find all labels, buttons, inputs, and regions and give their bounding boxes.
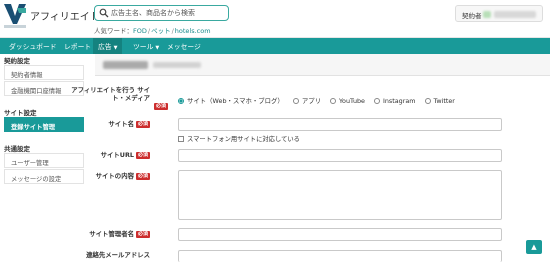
site-admin-label-text: サイト管理者名	[89, 230, 134, 238]
search-input[interactable]	[111, 7, 226, 19]
search-icon	[99, 8, 109, 18]
nav-messages[interactable]: メッセージ	[167, 41, 201, 51]
site-content-label-text: サイトの内容	[95, 172, 134, 180]
site-name-label: サイト名 必須	[70, 120, 150, 128]
nav-label: メッセージ	[167, 43, 201, 51]
account-label: 契約者	[462, 12, 482, 20]
radio-site[interactable]: サイト（Web・スマホ・ブログ）	[178, 96, 284, 105]
header: アフィリエイト 人気ワード：FOD/ペット/hotels.com 契約者	[0, 0, 550, 38]
required-badge: 必須	[135, 173, 150, 180]
popular-word-link[interactable]: FOD	[133, 27, 147, 35]
logo-subtext	[4, 25, 26, 28]
required-badge: 必須	[135, 121, 150, 128]
contact-email-label: 連絡先メールアドレス	[70, 251, 150, 259]
site-admin-label: サイト管理者名 必須	[70, 230, 150, 238]
required-badge: 必須	[154, 103, 169, 110]
nav-label: ダッシュボード	[9, 43, 57, 51]
radio-dot	[373, 98, 380, 104]
radio-dot	[330, 98, 336, 104]
popular-words: 人気ワード：FOD/ペット/hotels.com	[94, 25, 211, 35]
site-name-input[interactable]	[178, 118, 502, 131]
site-url-input[interactable]	[178, 149, 502, 162]
chevron-up-icon: ▲	[531, 243, 537, 251]
radio-label: アプリ	[301, 97, 321, 105]
required-badge: 必須	[135, 231, 150, 238]
radio-label: Twitter	[433, 97, 455, 105]
site-url-label-text: サイトURL	[100, 151, 134, 159]
chevron-down-icon: ▼	[155, 45, 160, 51]
nav-dashboard[interactable]: ダッシュボード	[9, 41, 57, 51]
radio-label: サイト（Web・スマホ・ブログ）	[187, 97, 284, 105]
radio-dot	[292, 98, 299, 104]
nav-label: ツール	[133, 43, 154, 51]
page-title-blurred	[103, 61, 148, 69]
account-status-blurred	[483, 11, 491, 18]
radio-dot	[424, 98, 431, 104]
smartphone-support-checkbox[interactable]: スマートフォン用サイトに対応している	[178, 134, 300, 143]
page-header	[95, 54, 550, 76]
search-box[interactable]	[94, 5, 229, 21]
radio-instagram[interactable]: Instagram	[373, 97, 416, 105]
site-name-label-text: サイト名	[108, 120, 134, 128]
radio-twitter[interactable]: Twitter	[424, 97, 455, 105]
checkbox-label: スマートフォン用サイトに対応している	[187, 136, 300, 143]
logo-icon[interactable]	[4, 4, 26, 24]
radio-label: YouTube	[339, 97, 365, 105]
media-label-text: アフィリエイトを行う サイト・メディア	[71, 86, 150, 102]
sidebar-item-contractor-info[interactable]: 契約者情報	[4, 65, 84, 80]
radio-youtube[interactable]: YouTube	[330, 97, 365, 105]
sidebar-section-title: サイト設定	[4, 109, 37, 117]
sidebar-section-title: 契約設定	[4, 57, 30, 65]
radio-label: Instagram	[382, 97, 416, 105]
nav-report[interactable]: レポート	[64, 41, 91, 51]
nav-label: 広告	[98, 43, 112, 51]
media-field-label: アフィリエイトを行う サイト・メディア	[70, 86, 150, 102]
contact-email-label-text: 連絡先メールアドレス	[86, 251, 150, 259]
site-url-label: サイトURL 必須	[70, 151, 150, 159]
chevron-down-icon: ▼	[113, 45, 118, 51]
sidebar-section-title: 共通設定	[4, 145, 30, 153]
popular-word-separator: /	[147, 27, 151, 35]
account-name-blurred	[494, 11, 536, 18]
site-content-label: サイトの内容 必須	[70, 172, 150, 180]
required-badge: 必須	[135, 152, 150, 159]
radio-dot	[178, 98, 184, 104]
nav-ads[interactable]: 広告 ▼	[93, 38, 123, 54]
radio-app[interactable]: アプリ	[292, 96, 321, 105]
contact-email-input[interactable]	[178, 250, 502, 262]
back-to-top-button[interactable]: ▲	[526, 240, 542, 254]
popular-word-separator: /	[171, 27, 174, 35]
site-content-textarea[interactable]	[178, 170, 502, 220]
site-admin-input[interactable]	[178, 228, 502, 241]
account-menu[interactable]: 契約者	[455, 5, 543, 22]
checkbox-box	[178, 136, 184, 142]
popular-words-label: 人気ワード：	[94, 27, 133, 35]
media-radio-group: サイト（Web・スマホ・ブログ） アプリ YouTube Instagram Twitt…	[178, 88, 464, 107]
popular-word-link[interactable]: hotels.com	[175, 27, 211, 35]
page-subtitle-blurred	[153, 62, 201, 68]
main-nav: ダッシュボード レポート 広告 ▼ ツール ▼ メッセージ	[0, 38, 550, 54]
nav-tools[interactable]: ツール ▼	[133, 41, 159, 51]
nav-label: レポート	[64, 43, 92, 51]
brand-name: アフィリエイト	[30, 12, 100, 23]
popular-word-link[interactable]: ペット	[151, 27, 171, 35]
